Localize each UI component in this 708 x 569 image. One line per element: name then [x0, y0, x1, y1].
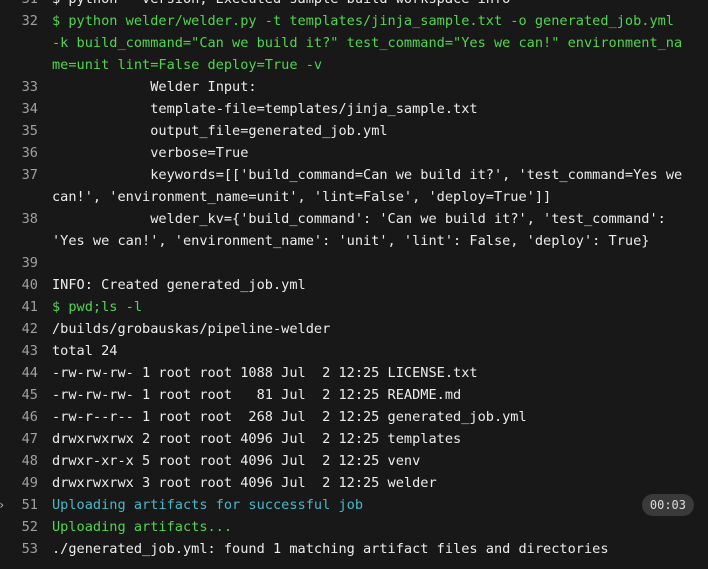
line-number[interactable]: 31 — [0, 0, 52, 10]
log-line: 33 Welder Input: — [0, 76, 708, 98]
log-line: 42 /builds/grobauskas/pipeline-welder — [0, 318, 708, 340]
line-number[interactable]: 45 — [0, 384, 52, 406]
log-command-text: Uploading artifacts... — [52, 519, 233, 535]
log-text: -rw-rw-rw- 1 root root 1088 Jul 2 12:25 … — [52, 365, 478, 381]
log-section-header[interactable]: › 51 Uploading artifacts for successful … — [0, 494, 708, 516]
line-number[interactable]: 36 — [0, 142, 52, 164]
log-text: $ python --version; Executed sample buil… — [52, 0, 708, 10]
log-line: 39 — [0, 252, 708, 274]
log-line: 46 -rw-r--r-- 1 root root 268 Jul 2 12:2… — [0, 406, 708, 428]
log-line: 35 output_file=generated_job.yml — [0, 120, 708, 142]
log-line-command: 52 Uploading artifacts... — [0, 516, 708, 538]
log-line: 37 keywords=[['build_command=Can we buil… — [0, 164, 708, 208]
line-number[interactable]: 41 — [0, 296, 52, 318]
log-text: drwxrwxrwx 2 root root 4096 Jul 2 12:25 … — [52, 431, 462, 447]
line-number[interactable]: 43 — [0, 340, 52, 362]
log-line: 53 ./generated_job.yml: found 1 matching… — [0, 538, 708, 560]
log-command-text: $ pwd;ls -l — [52, 299, 143, 315]
chevron-right-icon[interactable]: › — [0, 498, 6, 512]
line-number[interactable]: 32 — [0, 10, 52, 76]
line-number[interactable]: 39 — [0, 252, 52, 274]
line-number[interactable]: 38 — [0, 208, 52, 252]
log-line: 36 verbose=True — [0, 142, 708, 164]
line-number[interactable]: 35 — [0, 120, 52, 142]
job-log: 31 $ python --version; Executed sample b… — [0, 0, 708, 560]
log-command-text: $ python welder/welder.py -t templates/j… — [52, 13, 683, 73]
log-line: 40 INFO: Created generated_job.yml — [0, 274, 708, 296]
line-number[interactable]: 40 — [0, 274, 52, 296]
section-title: Uploading artifacts for successful job — [52, 497, 363, 513]
log-text: -rw-rw-rw- 1 root root 81 Jul 2 12:25 RE… — [52, 387, 462, 403]
line-number[interactable]: 48 — [0, 450, 52, 472]
log-line: 38 welder_kv={'build_command': 'Can we b… — [0, 208, 708, 252]
log-text: total 24 — [52, 343, 118, 359]
log-line: 47 drwxrwxrwx 2 root root 4096 Jul 2 12:… — [0, 428, 708, 450]
line-number[interactable]: 53 — [0, 538, 52, 560]
line-number[interactable]: 47 — [0, 428, 52, 450]
log-line: 34 template-file=templates/jinja_sample.… — [0, 98, 708, 120]
log-line: 45 -rw-rw-rw- 1 root root 81 Jul 2 12:25… — [0, 384, 708, 406]
line-number[interactable]: 33 — [0, 76, 52, 98]
log-line: 44 -rw-rw-rw- 1 root root 1088 Jul 2 12:… — [0, 362, 708, 384]
log-line: 48 drwxr-xr-x 5 root root 4096 Jul 2 12:… — [0, 450, 708, 472]
log-line: 43 total 24 — [0, 340, 708, 362]
line-number[interactable]: 46 — [0, 406, 52, 428]
log-line-command: 32 $ python welder/welder.py -t template… — [0, 10, 708, 76]
log-text: drwxr-xr-x 5 root root 4096 Jul 2 12:25 … — [52, 453, 421, 469]
log-text: welder_kv={'build_command': 'Can we buil… — [52, 211, 675, 249]
line-number[interactable]: 42 — [0, 318, 52, 340]
log-text: verbose=True — [52, 145, 249, 161]
log-text: -rw-r--r-- 1 root root 268 Jul 2 12:25 g… — [52, 409, 527, 425]
log-line: 31 $ python --version; Executed sample b… — [0, 0, 708, 10]
line-number[interactable]: 51 — [0, 494, 52, 516]
log-line-command: 41 $ pwd;ls -l — [0, 296, 708, 318]
log-text: template-file=templates/jinja_sample.txt — [52, 101, 478, 117]
line-number[interactable]: 34 — [0, 98, 52, 120]
log-text: INFO: Created generated_job.yml — [52, 277, 306, 293]
line-number[interactable]: 49 — [0, 472, 52, 494]
line-number[interactable]: 52 — [0, 516, 52, 538]
line-number[interactable]: 37 — [0, 164, 52, 208]
log-line: 49 drwxrwxrwx 3 root root 4096 Jul 2 12:… — [0, 472, 708, 494]
log-text: keywords=[['build_command=Can we build i… — [52, 167, 691, 205]
log-text: drwxrwxrwx 3 root root 4096 Jul 2 12:25 … — [52, 475, 437, 491]
log-text: Welder Input: — [52, 79, 257, 95]
log-text: /builds/grobauskas/pipeline-welder — [52, 321, 331, 337]
log-text: ./generated_job.yml: found 1 matching ar… — [52, 541, 609, 557]
line-number[interactable]: 44 — [0, 362, 52, 384]
section-duration-badge: 00:03 — [641, 494, 694, 516]
log-text: output_file=generated_job.yml — [52, 123, 388, 139]
